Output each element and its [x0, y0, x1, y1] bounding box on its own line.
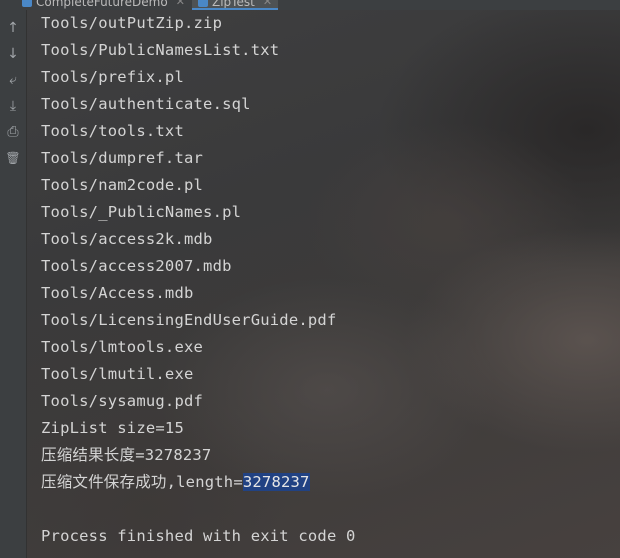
console-line-file: Tools/tools.txt	[41, 122, 184, 140]
arrow-down-icon[interactable]: ↓	[3, 44, 23, 64]
java-file-icon	[22, 0, 32, 7]
console-line-file: Tools/outPutZip.zip	[41, 14, 223, 32]
console-line-file: Tools/lmtools.exe	[41, 338, 204, 356]
console-line-file: Tools/LicensingEndUserGuide.pdf	[41, 311, 337, 329]
scroll-to-end-icon[interactable]: ⤓	[3, 96, 23, 116]
close-icon[interactable]: ✕	[263, 0, 272, 10]
console-line-file: Tools/sysamug.pdf	[41, 392, 204, 410]
arrow-up-icon[interactable]: ↑	[3, 18, 23, 38]
console-line-file: Tools/_PublicNames.pl	[41, 203, 242, 221]
java-file-icon	[198, 0, 208, 7]
console-line-zip-list-size: ZipList size=15	[41, 419, 184, 437]
run-console-output[interactable]: Tools/outPutZip.zip Tools/PublicNamesLis…	[27, 10, 620, 558]
soft-wrap-icon[interactable]: ⤶	[3, 70, 23, 90]
print-icon[interactable]: ⎙	[3, 122, 23, 142]
console-line-file: Tools/Access.mdb	[41, 284, 194, 302]
console-line-file: Tools/nam2code.pl	[41, 176, 204, 194]
console-toolbar: ↑ ↓ ⤶ ⤓ ⎙ 🗑	[0, 10, 27, 558]
close-icon[interactable]: ✕	[176, 0, 185, 10]
console-line-file: Tools/dumpref.tar	[41, 149, 204, 167]
console-line-file: Tools/prefix.pl	[41, 68, 184, 86]
tab-zip-test[interactable]: ZipTest ✕	[192, 0, 279, 10]
console-line-save-success: 压缩文件保存成功,length=3278237	[41, 469, 356, 496]
console-line-file: Tools/access2k.mdb	[41, 230, 213, 248]
tab-label: CompleteFutureDemo	[36, 0, 168, 9]
tab-complete-future-demo[interactable]: CompleteFutureDemo ✕	[22, 0, 185, 10]
trash-icon[interactable]: 🗑	[3, 148, 23, 168]
console-line-file: Tools/authenticate.sql	[41, 95, 251, 113]
selected-length-value[interactable]: 3278237	[242, 473, 310, 491]
console-line-file: Tools/lmutil.exe	[41, 365, 194, 383]
console-line-file: Tools/PublicNamesList.txt	[41, 41, 280, 59]
editor-tab-bar: CompleteFutureDemo ✕ ZipTest ✕	[0, 0, 620, 10]
console-line-compress-length: 压缩结果长度=3278237	[41, 446, 212, 464]
console-line-exit-code: Process finished with exit code 0	[41, 527, 356, 545]
console-line-file: Tools/access2007.mdb	[41, 257, 232, 275]
save-success-prefix: 压缩文件保存成功,length=	[41, 473, 243, 491]
tab-label: ZipTest	[212, 0, 255, 9]
console-lines: Tools/outPutZip.zip Tools/PublicNamesLis…	[41, 10, 356, 550]
